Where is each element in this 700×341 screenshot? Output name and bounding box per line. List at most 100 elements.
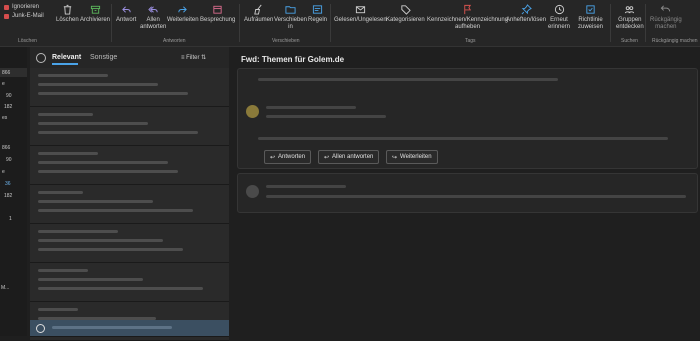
subject-line: [38, 122, 148, 125]
forward-button[interactable]: Weiterleiten: [167, 4, 199, 24]
subject-line: [38, 83, 158, 86]
group-suchen: Suchen: [621, 38, 638, 44]
tab-relevant[interactable]: Relevant: [52, 54, 81, 65]
flag-button[interactable]: Kennzeichnen/Kennzeichnung aufheben: [427, 4, 508, 31]
folder-count[interactable]: 90: [6, 93, 12, 99]
preview-line: [266, 195, 686, 198]
subject-line: [38, 200, 153, 203]
group-verschieben: Verschieben: [272, 38, 300, 44]
folder-count[interactable]: 866: [2, 70, 10, 76]
reply-button[interactable]: Antwort: [116, 4, 136, 24]
folder-count[interactable]: M...: [1, 285, 9, 291]
folder-count[interactable]: e: [2, 81, 5, 87]
folder-count[interactable]: e: [2, 169, 5, 175]
rules-icon: [312, 5, 323, 14]
pin-icon: [521, 4, 532, 15]
message-list: Relevant Sonstige ≡ Filter ⇅: [30, 47, 229, 341]
rules-button[interactable]: Regeln: [308, 4, 327, 24]
folder-count[interactable]: 182: [4, 193, 12, 199]
sender-line: [266, 106, 356, 109]
sender-line: [38, 74, 108, 77]
reply-all-button[interactable]: ↩ Allen antworten: [318, 150, 380, 164]
ignore-icon: [4, 4, 9, 10]
folder-count[interactable]: 90: [6, 157, 12, 163]
categorize-button[interactable]: Kategorisieren: [386, 4, 425, 24]
filter-button[interactable]: ≡ Filter ⇅: [181, 54, 206, 61]
group-loeschen: Löschen: [18, 38, 37, 44]
separator: [610, 4, 611, 42]
calendar-icon: [213, 5, 222, 14]
body-line: [258, 137, 668, 140]
ignore-button[interactable]: Ignorieren: [4, 4, 39, 10]
ribbon: Ignorieren Junk-E-Mail Löschen Löschen A…: [0, 0, 700, 47]
reply-all-icon: [147, 6, 158, 13]
tag-icon: [401, 5, 411, 15]
policy-button[interactable]: Richtlinie zuweisen: [578, 4, 603, 31]
forward-icon: ↪: [392, 154, 398, 161]
list-item[interactable]: [30, 107, 229, 146]
pin-button[interactable]: Anheften/lösen: [506, 4, 546, 24]
preview-line: [38, 209, 193, 212]
separator: [111, 4, 112, 42]
select-all-checkbox[interactable]: [36, 53, 46, 63]
folder-count[interactable]: 182: [4, 104, 12, 110]
folder-count[interactable]: 1: [9, 216, 12, 222]
delete-button[interactable]: Löschen: [56, 4, 79, 24]
read-unread-button[interactable]: Gelesen/Ungelesen: [334, 4, 387, 24]
clock-icon: [554, 4, 564, 15]
subject-line: [38, 161, 168, 164]
subject-line: [52, 326, 172, 329]
forward-button[interactable]: ↪ Weiterleiten: [386, 150, 438, 164]
group-rueckgaengig: Rückgängig machen: [652, 38, 698, 44]
sweep-button[interactable]: Aufräumen: [244, 4, 273, 24]
list-header: Relevant Sonstige ≡ Filter ⇅: [30, 47, 229, 68]
reply-button[interactable]: ↩ Antworten: [264, 150, 312, 164]
reply-all-button[interactable]: Allen antworten: [140, 4, 166, 31]
sender-line: [38, 113, 93, 116]
list-item[interactable]: [30, 146, 229, 185]
sender-line: [38, 191, 83, 194]
tab-sonstige[interactable]: Sonstige: [90, 54, 117, 61]
item-checkbox[interactable]: [36, 324, 45, 333]
flag-icon: [464, 4, 472, 15]
groups-icon: [625, 6, 635, 14]
list-item-selected[interactable]: [30, 320, 229, 337]
forward-icon: [178, 6, 188, 13]
list-item[interactable]: [30, 263, 229, 302]
reply-all-icon: ↩: [324, 154, 330, 161]
group-tags: Tags: [465, 38, 476, 44]
group-antworten: Antworten: [163, 38, 186, 44]
sender-line: [38, 308, 78, 311]
envelope-icon: [355, 6, 365, 14]
junk-button[interactable]: Junk-E-Mail: [4, 13, 44, 19]
folder-pane: 866 e 90 182 es 866 90 e 36 182 1 M...: [0, 47, 27, 336]
preview-line: [38, 131, 198, 134]
policy-icon: [586, 5, 595, 14]
folder-count[interactable]: 866: [2, 145, 10, 151]
undo-icon: [661, 5, 671, 12]
preview-line: [38, 170, 178, 173]
archive-icon: [90, 5, 100, 14]
list-item[interactable]: [30, 68, 229, 107]
recipient-line: [266, 115, 386, 118]
folder-count[interactable]: 36: [5, 181, 11, 187]
archive-button[interactable]: Archivieren: [80, 4, 110, 24]
meeting-button[interactable]: Besprechung: [200, 4, 235, 24]
separator: [330, 4, 331, 42]
separator: [645, 4, 646, 42]
discover-groups-button[interactable]: Gruppen entdecken: [616, 4, 644, 31]
subject-line: [38, 239, 163, 242]
folder-count[interactable]: es: [2, 115, 7, 121]
list-item[interactable]: [30, 224, 229, 263]
undo-button[interactable]: Rückgängig machen: [650, 4, 682, 31]
list-item[interactable]: [30, 185, 229, 224]
junk-icon: [4, 13, 9, 19]
snooze-button[interactable]: Erneut erinnern: [548, 4, 570, 31]
broom-icon: [254, 4, 262, 15]
message-card: [237, 173, 698, 213]
sender-line: [38, 152, 98, 155]
sender-line: [38, 269, 88, 272]
move-button[interactable]: Verschieben in: [274, 4, 307, 31]
message-subject: Fwd: Themen für Golem.de: [241, 55, 345, 64]
preview-line: [38, 248, 183, 251]
